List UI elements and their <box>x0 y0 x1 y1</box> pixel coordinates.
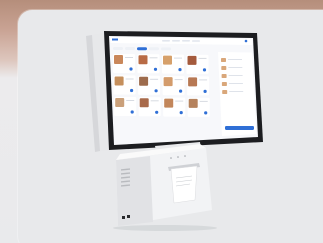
pos-terminal <box>86 31 263 231</box>
usb-port <box>122 216 125 219</box>
display-screen <box>109 36 258 145</box>
base-side <box>116 156 153 226</box>
photo-scene <box>0 0 323 243</box>
receipt-paper <box>170 165 198 204</box>
usb-port <box>127 215 130 218</box>
floor-shadow <box>113 225 217 231</box>
